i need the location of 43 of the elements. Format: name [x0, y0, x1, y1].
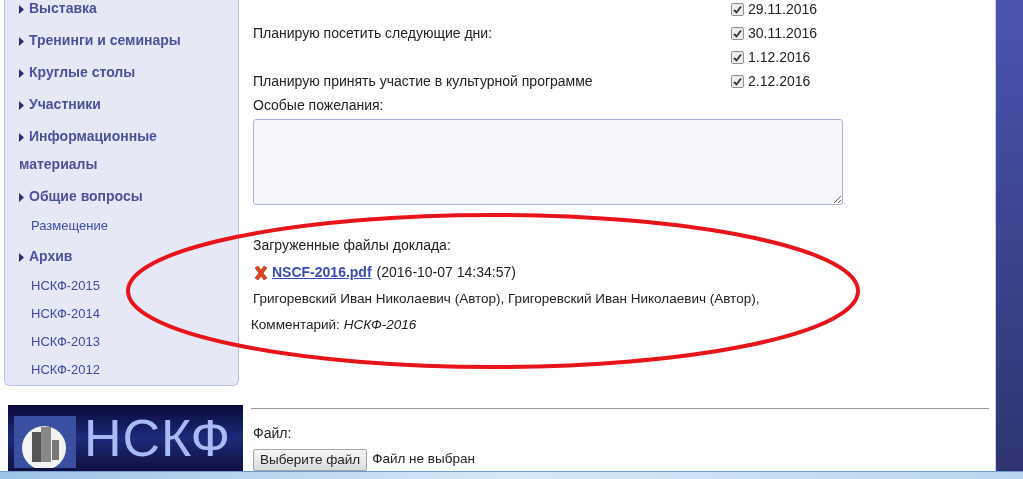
triangle-icon [19, 101, 24, 110]
form-label: Планирую посетить следующие дни: [253, 24, 493, 41]
delete-icon[interactable] [253, 264, 269, 281]
menu-link[interactable]: НСКФ-2014 [19, 300, 230, 328]
file-authors: Григоревский Иван Николаевич (Автор), Григоревский Иван Николаевич (Автор), [253, 290, 760, 308]
checkbox[interactable] [731, 2, 744, 16]
file-status: Файл не выбран [372, 450, 475, 469]
triangle-icon [19, 5, 24, 14]
checkbox[interactable] [731, 50, 744, 64]
menu-link[interactable]: НСКФ-2012 [19, 356, 230, 384]
triangle-icon [19, 37, 24, 46]
menu-section[interactable]: Круглые столы [19, 56, 204, 88]
menu-link[interactable]: Размещение [19, 212, 230, 240]
form-label: Планирую принять участие в культурной программе [253, 72, 593, 89]
uploads-title: Загруженные файлы доклада: [253, 236, 451, 255]
menu-section[interactable]: Участники [19, 88, 204, 120]
triangle-icon [19, 69, 24, 78]
menu-section[interactable]: Архив [19, 240, 204, 272]
date-option: 29.11.2016 [748, 0, 818, 20]
menu-link[interactable]: НСКФ-2015 [19, 272, 230, 300]
file-timestamp: (2016-10-07 14:34:57) [376, 263, 516, 282]
menu-section[interactable]: Общие вопросы [19, 180, 204, 212]
date-option: 1.12.2016 [748, 46, 811, 68]
comment-text: НСКФ-2016 [343, 316, 417, 335]
menu-section[interactable]: Тренинги и семинары [19, 24, 204, 56]
logo-banner[interactable]: НСКФ [8, 405, 243, 471]
menu-section[interactable]: Выставка [19, 0, 204, 24]
date-option: 2.12.2016 [748, 70, 811, 92]
menu-section[interactable]: Информационные материалы [19, 120, 204, 180]
file-label: Файл: [253, 423, 292, 443]
file-link[interactable]: NSCF-2016.pdf [272, 262, 372, 283]
choose-file-button[interactable]: Выберите файл [253, 448, 368, 471]
triangle-icon [19, 253, 24, 262]
comment-label: Комментарий: [251, 316, 340, 335]
triangle-icon [19, 133, 24, 142]
wishes-field[interactable] [253, 119, 843, 205]
triangle-icon [19, 193, 24, 202]
checkbox[interactable] [731, 74, 744, 88]
checkbox[interactable] [731, 26, 744, 40]
logo-text: НСКФ [84, 412, 232, 464]
menu-link[interactable]: НСКФ-2013 [19, 328, 230, 356]
date-option: 30.11.2016 [748, 22, 818, 44]
wishes-label: Особые пожелания: [253, 96, 384, 115]
